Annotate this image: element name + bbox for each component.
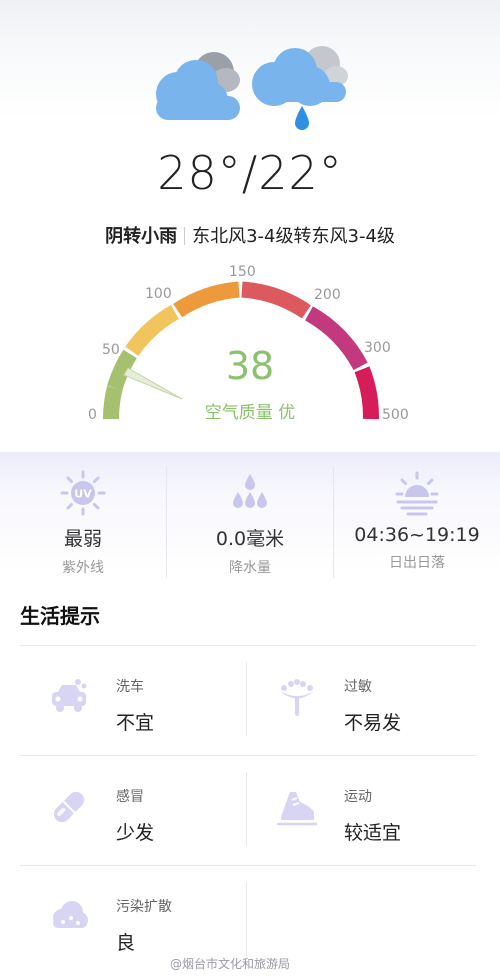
tip-value: 不宜	[116, 712, 155, 734]
tip-value: 少发	[116, 822, 155, 844]
temperature-range: 28°/22°	[157, 146, 343, 200]
svg-text:UV: UV	[74, 488, 92, 501]
stat-uv[interactable]: UV 最弱 紫外线	[0, 470, 166, 577]
uv-label: 紫外线	[62, 560, 104, 576]
divider	[246, 772, 247, 846]
pollution-cloud-icon	[48, 896, 90, 938]
watermark: @烟台市文化和旅游局	[170, 957, 291, 971]
tip-car-wash[interactable]: 洗车 不宜	[20, 662, 240, 752]
weather-icons	[156, 46, 348, 130]
sunrise-icon	[334, 470, 500, 516]
stat-precipitation[interactable]: 0.0毫米 降水量	[167, 470, 333, 577]
divider	[20, 755, 476, 756]
tip-label: 洗车	[116, 679, 144, 695]
tip-allergy[interactable]: 过敏 不易发	[248, 662, 468, 752]
wind-info: 东北风3-4级转东风3-4级	[192, 226, 395, 247]
weather-condition: 阴转小雨	[105, 226, 178, 247]
gauge-label-100: 100	[145, 286, 172, 302]
divider	[246, 882, 247, 956]
divider	[20, 865, 476, 866]
tip-value: 较适宜	[344, 822, 402, 844]
precipitation-value: 0.0毫米	[215, 528, 285, 550]
tip-value: 不易发	[344, 712, 402, 734]
sunrise-sunset-label: 日出日落	[389, 555, 445, 571]
uv-value: 最弱	[63, 528, 102, 550]
light-rain-icon	[252, 46, 348, 130]
tip-label: 运动	[344, 789, 372, 805]
tip-sport[interactable]: 运动 较适宜	[248, 772, 468, 862]
car-wash-icon	[48, 676, 90, 718]
divider	[20, 645, 476, 646]
tip-label: 污染扩散	[116, 899, 172, 915]
gauge-label-150: 150	[229, 264, 256, 280]
stat-sunrise-sunset[interactable]: 04:36~19:19 日出日落	[334, 470, 500, 572]
sneaker-icon	[276, 786, 318, 828]
weather-description: 阴转小雨 东北风3-4级转东风3-4级	[0, 222, 500, 248]
allergy-icon	[276, 676, 318, 718]
tip-label: 过敏	[344, 679, 372, 695]
divider	[246, 662, 247, 736]
tip-label: 感冒	[116, 789, 144, 805]
sunrise-sunset-value: 04:36~19:19	[354, 524, 480, 546]
aqi-value: 38	[225, 344, 275, 388]
tip-cold[interactable]: 感冒 少发	[20, 772, 240, 862]
precipitation-label: 降水量	[229, 560, 271, 576]
tip-value: 良	[116, 932, 136, 954]
pill-icon	[48, 786, 90, 828]
separator	[184, 227, 186, 245]
rain-drops-icon	[167, 470, 333, 516]
aqi-label: 空气质量 优	[204, 403, 296, 423]
uv-icon: UV	[0, 470, 166, 516]
gauge-label-200: 200	[314, 287, 341, 303]
cloudy-icon	[156, 52, 240, 120]
life-tips-title: 生活提示	[20, 604, 100, 628]
